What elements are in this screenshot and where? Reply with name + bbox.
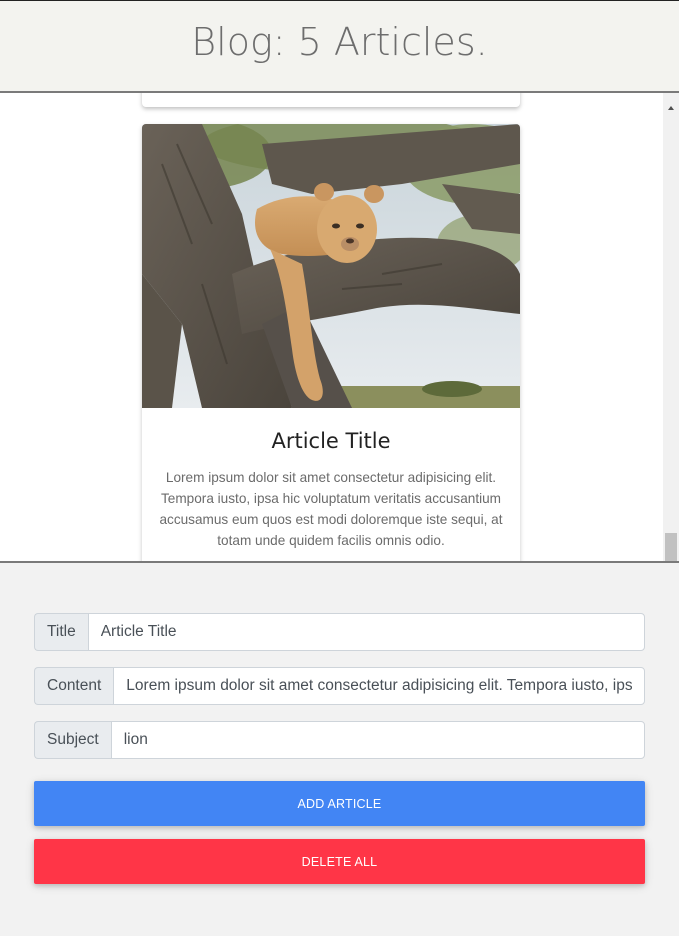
article-card-previous <box>142 93 520 107</box>
page-title: Blog: 5 Articles. <box>191 20 488 64</box>
page-header: Blog: 5 Articles. <box>0 0 679 93</box>
subject-input-group: Subject <box>34 721 645 759</box>
scroll-up-arrow-icon[interactable] <box>668 106 674 110</box>
article-image <box>142 124 520 408</box>
title-label: Title <box>34 613 88 651</box>
content-input[interactable] <box>113 667 645 705</box>
content-input-group: Content <box>34 667 645 705</box>
add-article-button[interactable]: Add Article <box>34 781 645 826</box>
title-input-group: Title <box>34 613 645 651</box>
scroll-thumb[interactable] <box>665 533 677 561</box>
delete-all-button[interactable]: Delete All <box>34 839 645 884</box>
subject-label: Subject <box>34 721 111 759</box>
article-title: Article Title <box>271 429 391 453</box>
add-article-form: Title Content Subject Add Article Delete… <box>34 613 645 884</box>
article-card: Article Title Lorem ipsum dolor sit amet… <box>142 124 520 561</box>
feed-scrollbar[interactable] <box>663 93 679 561</box>
content-label: Content <box>34 667 114 705</box>
article-feed[interactable]: Article Title Lorem ipsum dolor sit amet… <box>0 93 679 563</box>
title-input[interactable] <box>87 613 645 651</box>
article-content: Lorem ipsum dolor sit amet consectetur a… <box>159 470 503 548</box>
subject-input[interactable] <box>110 721 645 759</box>
